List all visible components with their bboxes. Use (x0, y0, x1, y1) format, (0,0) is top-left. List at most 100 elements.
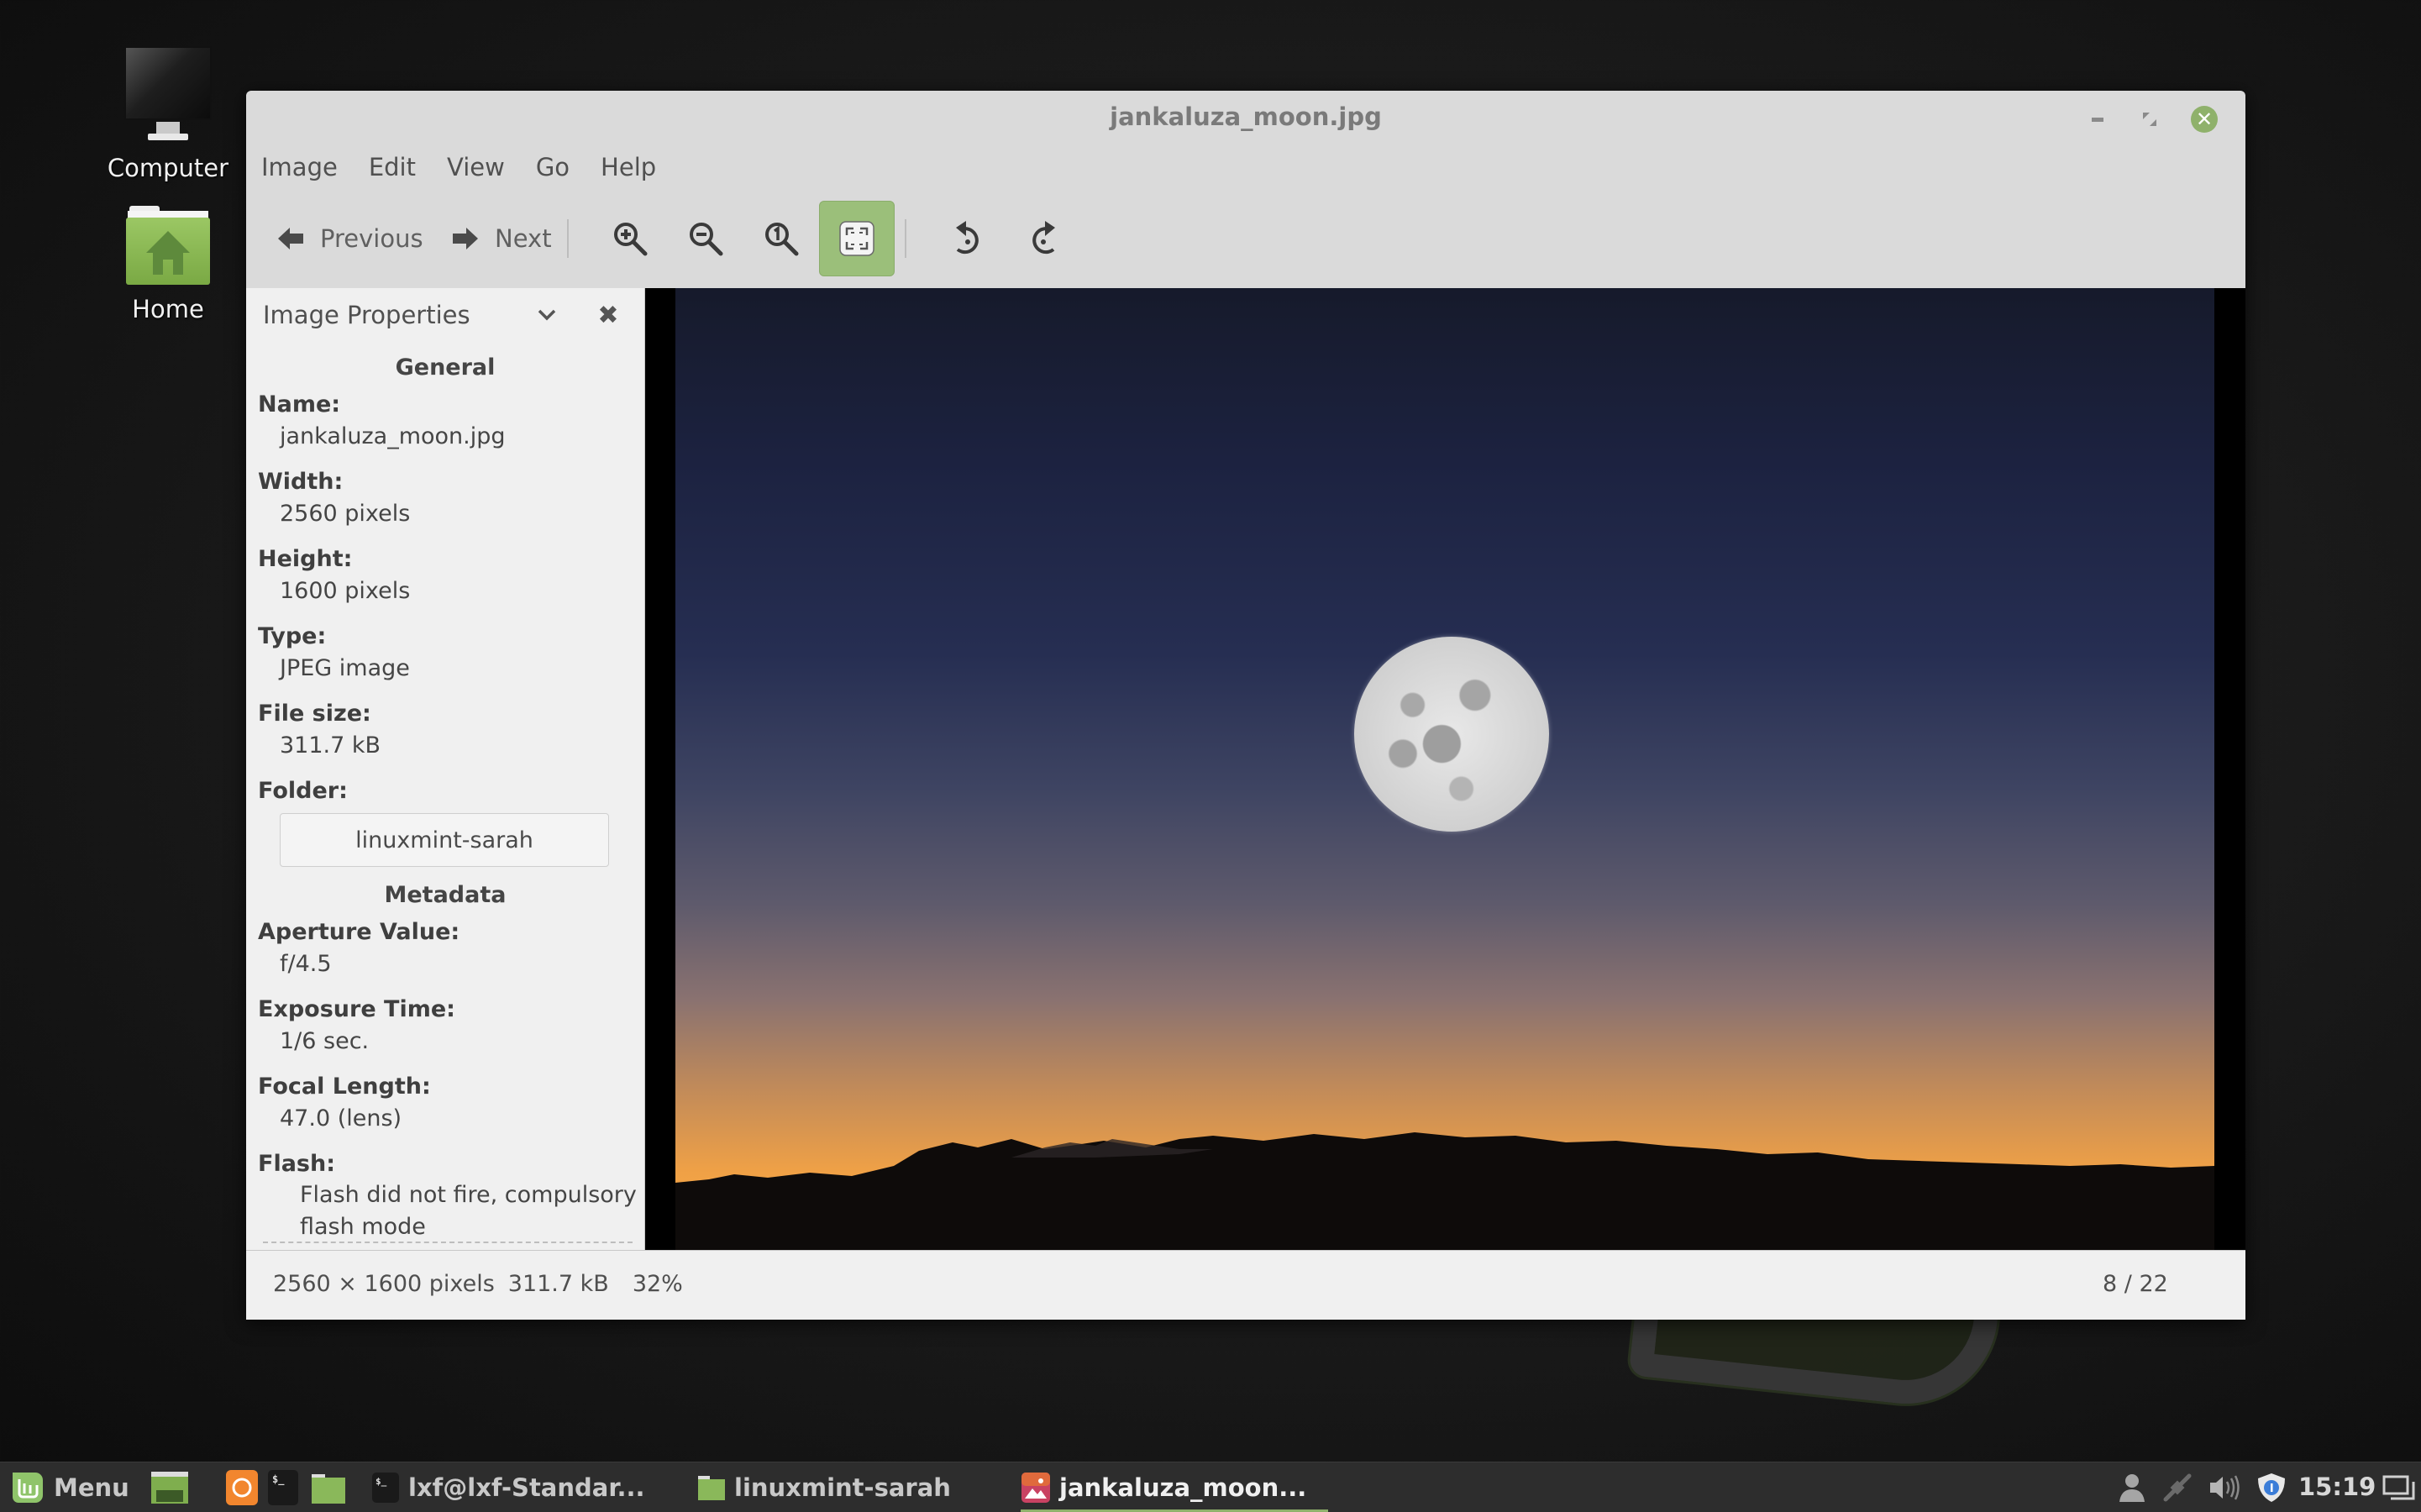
menu-help[interactable]: Help (601, 153, 656, 181)
chevron-down-icon (538, 309, 556, 321)
taskbar-window-label: linuxmint-sarah (734, 1473, 951, 1502)
property-label: Flash: (258, 1151, 336, 1177)
maximize-icon (2143, 113, 2156, 126)
user-applet[interactable] (2115, 1462, 2149, 1512)
taskbar-window-label: lxf@lxf-Standar... (408, 1473, 645, 1502)
best-fit-button[interactable] (819, 200, 895, 276)
panel-header: Image Properties ✖ (246, 288, 644, 343)
home-folder-icon (124, 206, 212, 286)
previous-button[interactable]: Previous (276, 202, 451, 276)
svg-text:$_: $_ (272, 1473, 285, 1486)
files-icon (312, 1474, 345, 1504)
taskbar-window-terminal[interactable]: $_ lxf@lxf-Standar... (371, 1462, 645, 1512)
property-value: 47.0 (lens) (280, 1105, 402, 1131)
show-desktop-launcher[interactable] (150, 1462, 190, 1512)
rotate-right-icon (1032, 220, 1055, 254)
volume-applet[interactable] (2206, 1462, 2243, 1512)
property-aperture: Aperture Value: f/4.5 (246, 917, 644, 993)
taskbar: Menu $_ $_ lxf@lxf-Standar... linuxmint-… (0, 1462, 2421, 1512)
panel-selector-dropdown[interactable] (532, 298, 562, 332)
property-value: JPEG image (280, 655, 410, 681)
toolbar-separator (567, 218, 569, 258)
taskbar-window-image-viewer[interactable]: jankaluza_moon... (1021, 1462, 1328, 1512)
files-launcher[interactable] (311, 1462, 346, 1512)
best-fit-icon (839, 220, 874, 256)
workspace-switcher-icon (2382, 1475, 2415, 1500)
property-folder: Folder: linuxmint-sarah (246, 776, 644, 867)
property-value: 1600 pixels (280, 578, 411, 604)
property-value: 1/6 sec. (280, 1028, 370, 1054)
titlebar[interactable]: jankaluza_moon.jpg ✕ (246, 91, 2245, 146)
desktop-icon-home[interactable]: Home (84, 206, 252, 323)
minimize-button[interactable] (2082, 104, 2113, 134)
close-icon: ✕ (2191, 106, 2218, 133)
panel-title: Image Properties (263, 301, 470, 329)
property-label: Exposure Time: (258, 996, 455, 1022)
status-dimensions: 2560 × 1600 pixels (273, 1271, 495, 1297)
svg-text:$_: $_ (375, 1476, 387, 1487)
minimize-icon (2092, 117, 2103, 122)
next-label: Next (495, 223, 552, 253)
image-viewer-window: jankaluza_moon.jpg ✕ Image Edit View Go … (246, 91, 2245, 1320)
property-label: Type: (258, 623, 327, 649)
menu-button[interactable]: Menu (10, 1462, 129, 1512)
property-flash: Flash: Flash did not fire, compulsory fl… (246, 1149, 644, 1243)
mint-logo-icon (13, 1473, 43, 1503)
rotate-right-button[interactable] (1006, 201, 1081, 276)
image-properties-panel: Image Properties ✖ General Name: jankalu… (246, 288, 645, 1250)
clock[interactable]: 15:19 (2298, 1473, 2376, 1501)
property-label: Width: (258, 469, 344, 495)
rotate-left-button[interactable] (930, 201, 1006, 276)
network-applet[interactable] (2161, 1462, 2194, 1512)
zoom-in-button[interactable] (592, 201, 668, 276)
close-button[interactable]: ✕ (2189, 104, 2219, 134)
menu-view[interactable]: View (447, 153, 505, 181)
zoom-normal-button[interactable] (743, 201, 819, 276)
firefox-launcher[interactable] (225, 1462, 259, 1512)
property-value: 2560 pixels (280, 501, 411, 527)
property-label: Aperture Value: (258, 919, 460, 945)
menu-edit[interactable]: Edit (369, 153, 416, 181)
property-label: Focal Length: (258, 1074, 431, 1100)
close-icon: ✖ (597, 300, 619, 330)
property-value: f/4.5 (280, 951, 332, 977)
property-exposure-time: Exposure Time: 1/6 sec. (246, 995, 644, 1070)
image-canvas[interactable] (645, 288, 2245, 1250)
status-zoom: 32% (632, 1271, 683, 1297)
taskbar-window-files[interactable]: linuxmint-sarah (697, 1462, 951, 1512)
property-label: File size: (258, 701, 371, 727)
update-shield-icon (2258, 1473, 2285, 1502)
property-label: Height: (258, 546, 353, 572)
next-button[interactable]: Next (451, 202, 560, 276)
show-desktop-button[interactable] (2381, 1462, 2418, 1512)
terminal-launcher[interactable]: $_ (267, 1462, 299, 1512)
update-manager-applet[interactable] (2255, 1462, 2288, 1512)
panel-close-button[interactable]: ✖ (593, 298, 623, 332)
network-icon (2163, 1473, 2192, 1502)
window-title: jankaluza_moon.jpg (1110, 102, 1382, 131)
desktop-icon-label: Home (132, 295, 204, 323)
show-desktop-icon (151, 1472, 188, 1504)
desktop-icon-label: Computer (107, 154, 229, 182)
section-heading-general: General (395, 354, 496, 381)
displayed-image (675, 288, 2214, 1250)
treeline-silhouette (675, 1132, 2214, 1250)
menu-image[interactable]: Image (261, 153, 338, 181)
property-label: Name: (258, 391, 341, 417)
zoom-out-button[interactable] (668, 201, 743, 276)
folder-icon (698, 1476, 725, 1500)
maximize-button[interactable] (2135, 104, 2165, 134)
menu-go[interactable]: Go (536, 153, 570, 181)
section-heading-metadata: Metadata (384, 882, 507, 908)
zoom-normal-icon (765, 222, 799, 255)
firefox-icon (226, 1470, 258, 1505)
zoom-in-icon (614, 222, 648, 255)
property-focal-length: Focal Length: 47.0 (lens) (246, 1072, 644, 1147)
arrow-left-icon (278, 227, 303, 249)
moon (1354, 637, 1549, 832)
open-folder-button[interactable]: linuxmint-sarah (280, 813, 609, 867)
arrow-right-icon (453, 227, 478, 249)
desktop-icon-computer[interactable]: Computer (84, 46, 252, 182)
taskbar-window-label: jankaluza_moon... (1059, 1473, 1307, 1502)
property-name: Name: jankaluza_moon.jpg (246, 390, 644, 465)
